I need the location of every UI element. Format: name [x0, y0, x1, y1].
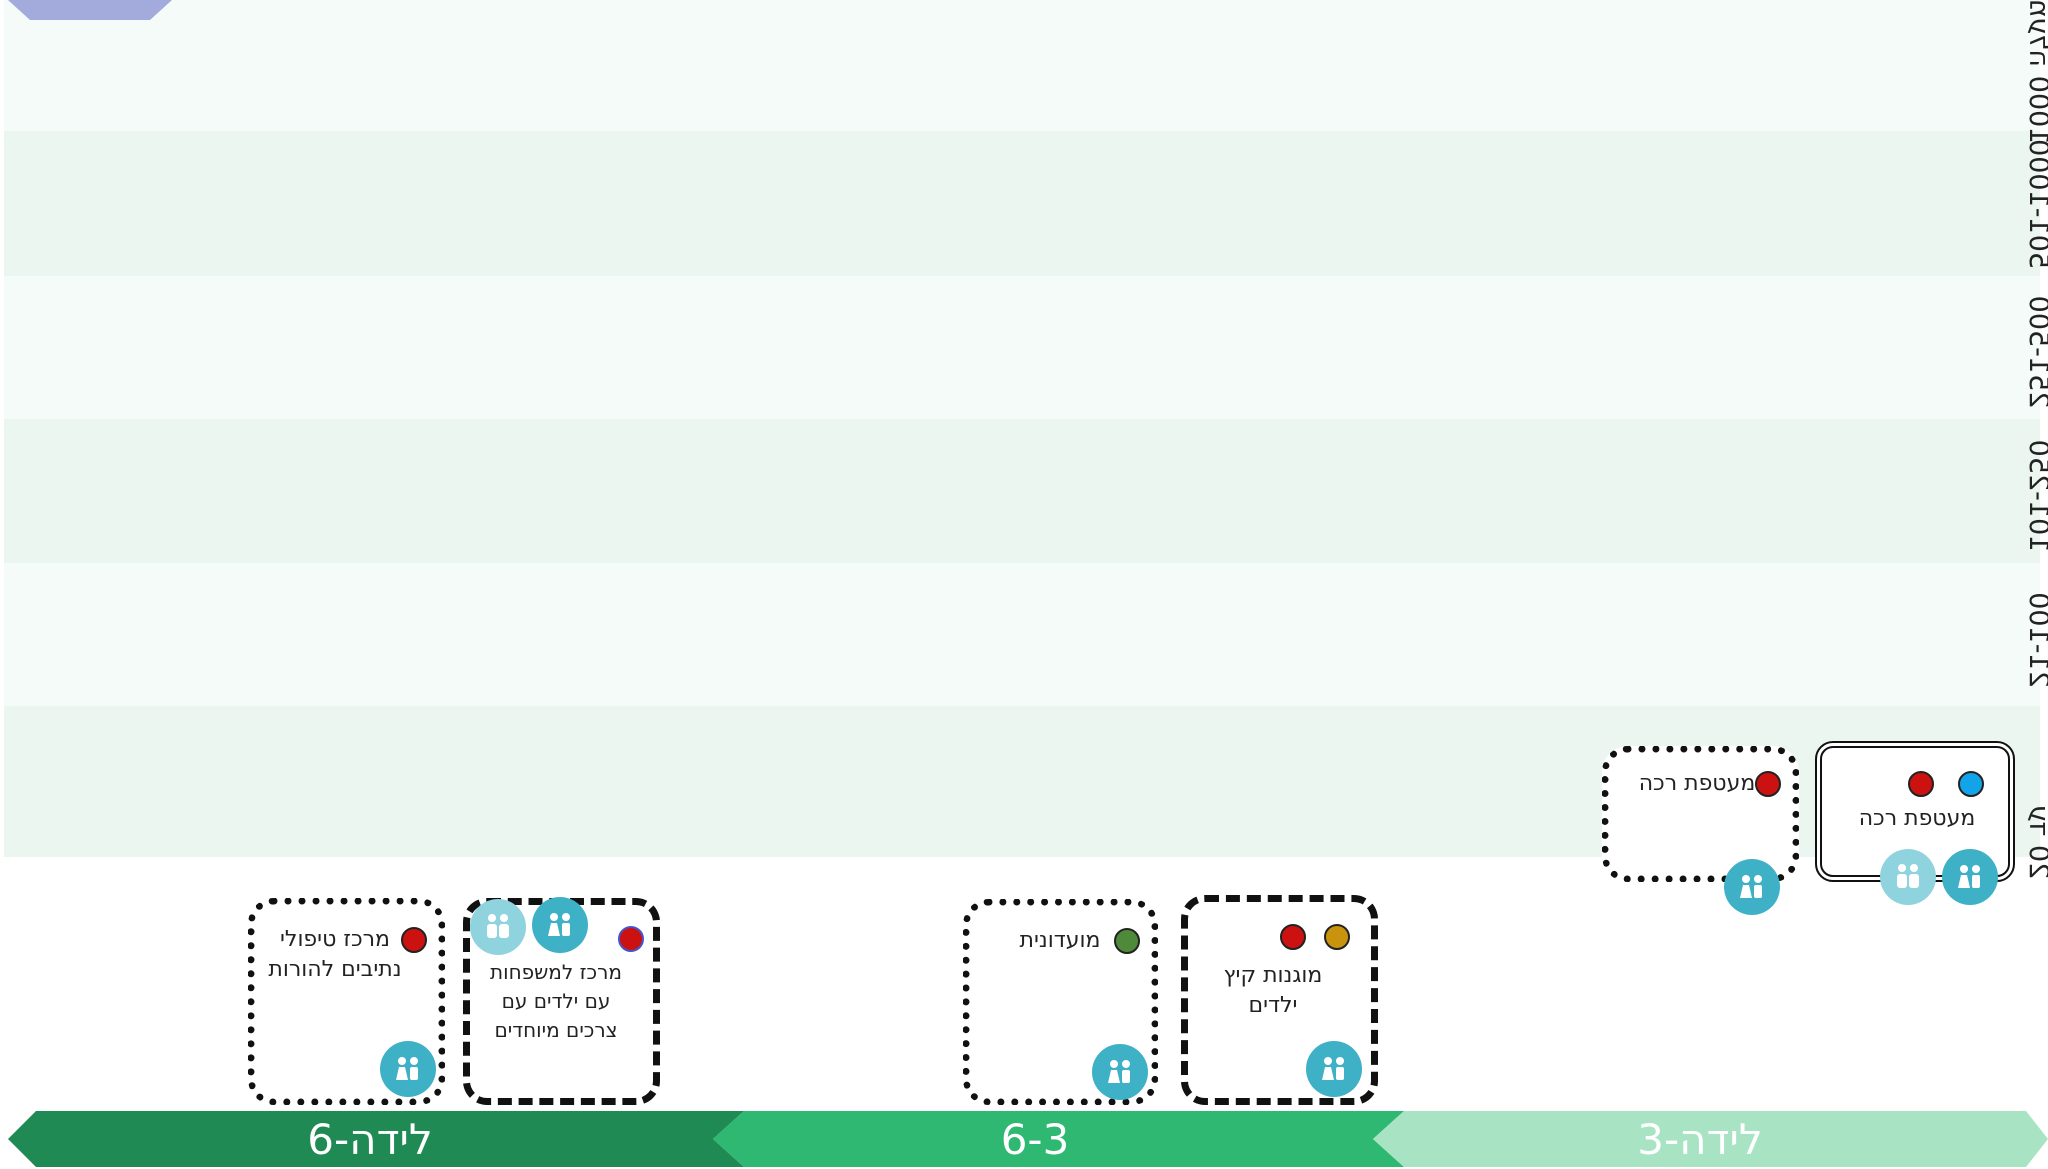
child-family-icon	[380, 1041, 436, 1097]
row-band-1000-plus	[4, 0, 2040, 131]
parent-family-icon	[470, 899, 526, 955]
card-soft-envelope-secondary[interactable]: מעטפת רכה	[1602, 746, 1799, 915]
card-after-school-club[interactable]: מועדונית	[963, 899, 1158, 1105]
corner-shape	[8, 0, 172, 20]
row-label-up-to-20: עד 20	[2023, 804, 2048, 880]
child-family-icon	[1092, 1044, 1148, 1100]
child-family-icon	[1942, 849, 1998, 905]
row-band-101-250	[4, 419, 2040, 563]
indicator-red-dot	[618, 926, 644, 952]
card-title: מועדונית	[1019, 928, 1101, 953]
row-band-251-500	[4, 276, 2040, 419]
card-title: מוגנות קיץ ילדים	[1223, 963, 1323, 1018]
card-title: מרכז טיפולי נתיבים להורות	[268, 927, 402, 982]
indicator-blue-dot	[1958, 771, 1984, 797]
card-title: מרכז למשפחות עם ילדים עם צרכים מיוחדים	[489, 960, 622, 1042]
card-summer-protection[interactable]: מוגנות קיץ ילדים	[1181, 895, 1378, 1105]
child-family-icon	[1724, 859, 1780, 915]
child-family-icon	[1306, 1041, 1362, 1097]
child-family-icon	[532, 897, 588, 953]
card-title: מעטפת רכה	[1858, 806, 1976, 831]
card-soft-envelope-primary[interactable]: מעטפת רכה	[1815, 741, 2015, 905]
card-special-needs-center[interactable]: מרכז למשפחות עם ילדים עם צרכים מיוחדים	[463, 897, 660, 1105]
age-group-label-0-3: לידה-3	[1637, 1115, 1763, 1164]
row-band-21-100	[4, 563, 2040, 706]
row-band-501-1000	[4, 131, 2040, 276]
age-group-bar: לידה-6 6-3 לידה-3	[0, 1111, 2048, 1167]
indicator-green-dot	[1114, 928, 1140, 954]
indicator-gold-dot	[1324, 924, 1350, 950]
card-title: מעטפת רכה	[1638, 771, 1756, 796]
row-label-21-100: 21-100	[2023, 592, 2048, 688]
card-parenting-therapy-center[interactable]: מרכז טיפולי נתיבים להורות	[248, 898, 445, 1105]
indicator-red-dot	[1908, 771, 1934, 797]
age-group-label-3-6: 6-3	[1000, 1115, 1070, 1164]
age-group-label-0-6: לידה-6	[307, 1115, 433, 1164]
parent-family-icon	[1880, 849, 1936, 905]
indicator-red-dot	[1280, 924, 1306, 950]
